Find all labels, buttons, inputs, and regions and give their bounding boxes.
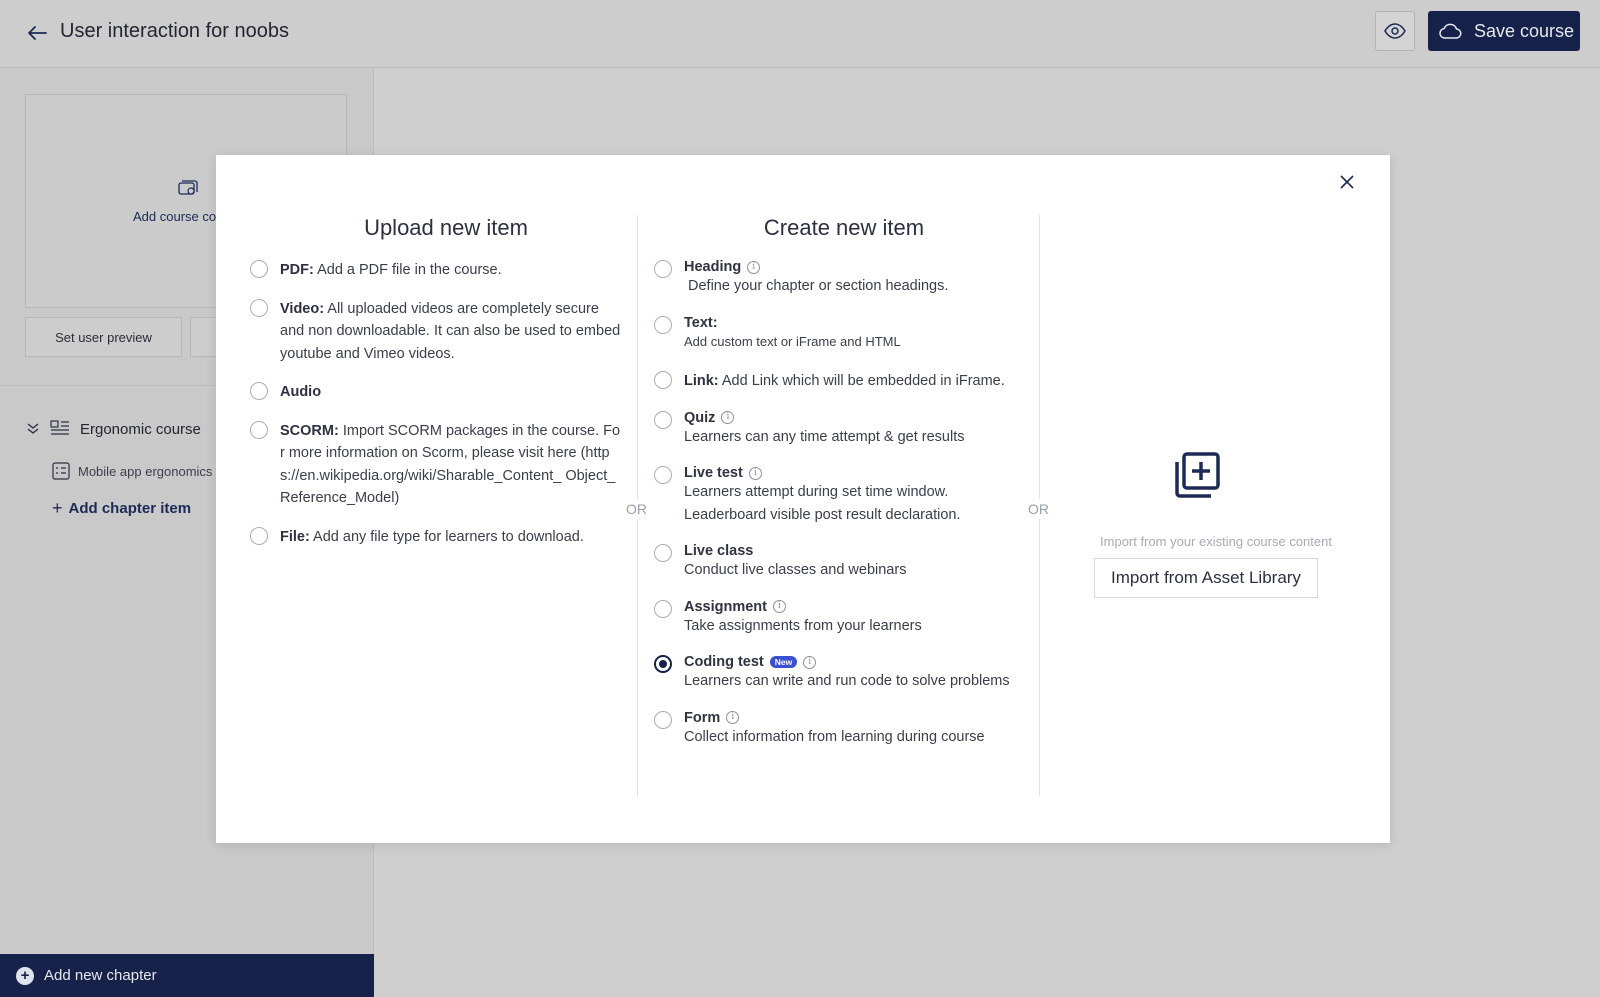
create-title: Create new item [763,215,925,240]
chapter-item[interactable]: Mobile app ergonomics [52,462,212,480]
chapter-item-label: Mobile app ergonomics [78,463,213,479]
add-item-modal: OR OR Upload new item PDF: Add a PDF fil… [216,155,1390,843]
course-title: User interaction for noobs [60,20,290,42]
info-icon[interactable]: i [748,466,762,480]
create-option-link[interactable]: Link: Add Link which will be embedded in… [654,370,1034,393]
option-desc: Add Link which will be embedded in iFram… [721,373,1005,389]
back-button[interactable] [24,20,50,46]
upload-option-file[interactable]: File: Add any file type for learners to … [250,526,622,549]
set-user-preview-button[interactable]: Set user preview [25,317,182,357]
save-course-label: Save course [1474,20,1575,41]
option-name: Assignment [684,598,767,615]
or-separator: OR [626,499,647,519]
upload-column: Upload new item PDF: Add a PDF file in t… [250,215,622,564]
arrow-left-icon [28,26,47,40]
option-name: Heading [684,259,742,275]
option-desc: Add a PDF file in the course. [317,262,502,278]
add-chapter-item-button[interactable]: + Add chapter item [52,498,191,519]
upload-option-video[interactable]: Video: All uploaded videos are completel… [250,298,622,366]
image-stack-icon [178,180,198,195]
chapter-row[interactable]: Ergonomic course [26,420,201,438]
option-name: File: [280,528,310,545]
radio-button[interactable] [654,599,672,618]
import-caption: Import from your existing course content [1100,534,1332,549]
radio-button-selected[interactable] [654,655,672,673]
save-course-button[interactable]: Save course [1428,11,1580,51]
add-new-chapter-label: Add new chapter [44,967,157,984]
option-desc: Collect information from learning during… [684,728,985,745]
import-column: Import from your existing course content [1046,155,1376,843]
option-name: Live class [684,543,754,559]
option-name: Live test [684,465,743,481]
plus-icon: + [52,498,63,518]
upload-option-pdf[interactable]: PDF: Add a PDF file in the course. [250,259,622,282]
option-name: Quiz [684,409,716,426]
preview-button[interactable] [1375,11,1415,51]
create-column: Create new item Heading i Define your cha… [654,215,1034,765]
radio-button[interactable] [654,544,672,562]
chevron-double-down-icon[interactable] [26,422,40,436]
option-desc: Take assignments from your learners [684,617,922,634]
create-option-text[interactable]: Text: Add custom text or iFrame and HTML [654,315,1034,354]
radio-button[interactable] [250,526,268,545]
upload-title: Upload new item [364,215,528,240]
info-icon[interactable]: i [726,711,740,724]
import-from-asset-library-button[interactable]: Import from Asset Library [1094,558,1318,598]
option-desc: All uploaded videos are completely secur… [280,300,621,362]
radio-button[interactable] [250,420,268,439]
create-option-heading[interactable]: Heading i Define your chapter or section … [654,259,1034,298]
option-name: SCORM: [280,422,339,439]
add-course-cover-label: Add course co [133,209,217,224]
radio-button[interactable] [250,260,268,278]
info-icon[interactable]: i [773,600,786,613]
create-option-assignment[interactable]: Assignment i Take assignments from your l… [654,599,1034,638]
option-desc: Add any file type for learners to downlo… [313,528,584,545]
checklist-icon [52,462,70,480]
upload-option-audio[interactable]: Audio [250,381,622,404]
plus-circle-icon: + [16,966,34,985]
option-desc: Learners attempt during set time window.… [684,484,961,523]
chapter-icon [50,420,69,435]
radio-button[interactable] [654,410,672,429]
option-name: Form [684,709,721,726]
new-badge: New [769,656,798,668]
option-desc: Learners can any time attempt & get resu… [684,428,965,445]
radio-button[interactable] [654,260,672,278]
radio-button[interactable] [654,466,672,484]
option-name: Link: [684,373,719,389]
radio-button[interactable] [654,315,672,334]
radio-button[interactable] [654,710,672,729]
create-option-live-class[interactable]: Live class Conduct live classes and webi… [654,543,1034,582]
upload-option-scorm[interactable]: SCORM: Import SCORM packages in the cour… [250,420,622,510]
create-option-quiz[interactable]: Quiz i Learners can any time attempt & ge… [654,410,1034,449]
info-icon[interactable]: i [747,260,761,274]
chapter-title: Ergonomic course [80,420,201,438]
option-name: Video: [280,300,325,317]
option-desc: Add custom text or iFrame and HTML [684,333,901,349]
info-icon[interactable]: i [721,411,735,424]
option-desc: Learners can write and run code to solve… [684,673,1010,689]
radio-button[interactable] [654,371,672,389]
option-name: Text: [684,314,718,331]
create-option-coding-test[interactable]: Coding test New i Learners can write and r… [654,654,1034,693]
create-option-live-test[interactable]: Live test i Learners attempt during set t… [654,465,1034,526]
option-desc: Conduct live classes and webinars [684,562,907,578]
add-chapter-item-label: Add chapter item [68,500,192,517]
create-option-form[interactable]: Form i Collect information from learning … [654,710,1034,749]
radio-button[interactable] [250,382,268,400]
radio-button[interactable] [250,298,268,317]
info-icon[interactable]: i [803,655,817,669]
add-new-chapter-button[interactable]: + Add new chapter [0,954,374,997]
eye-icon [1384,23,1406,39]
option-name: Coding test [684,654,764,670]
option-name: PDF: [280,262,314,278]
cloud-icon [1439,23,1462,39]
library-add-icon [1175,452,1220,498]
top-bar: User interaction for noobs Save course [0,0,1600,68]
option-desc: Define your chapter or section headings. [688,278,949,294]
option-name: Audio [280,384,322,400]
